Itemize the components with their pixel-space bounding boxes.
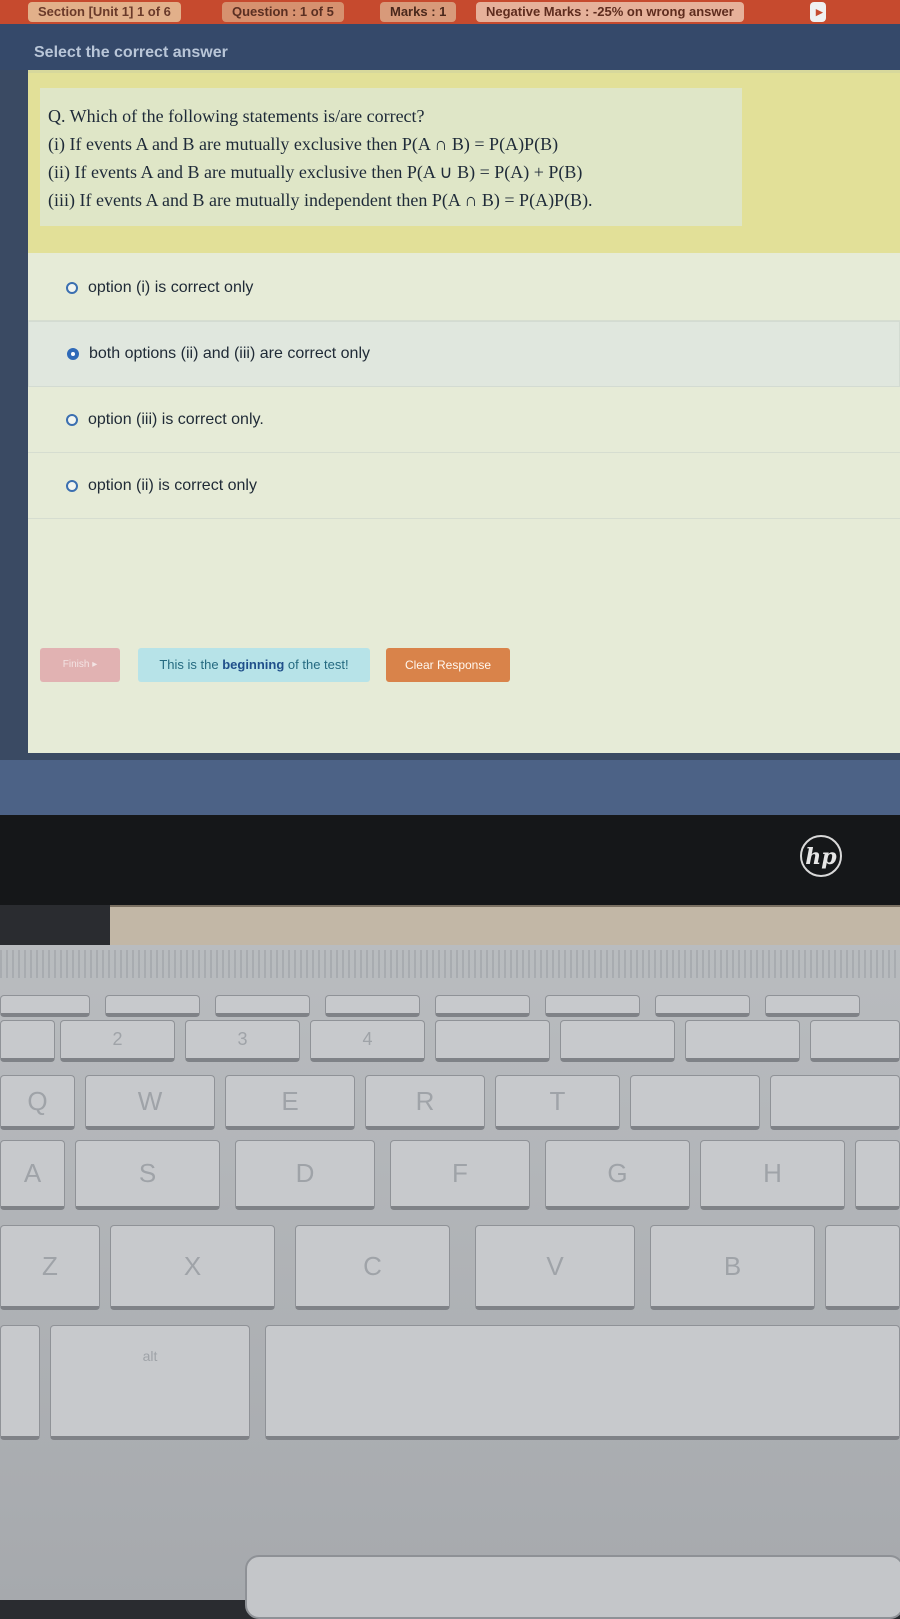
keyboard-key	[810, 1020, 900, 1062]
keyboard-key	[215, 995, 310, 1017]
radio-button-selected[interactable]	[67, 348, 79, 360]
negative-marks-badge: Negative Marks : -25% on wrong answer	[476, 2, 744, 22]
trackpad	[245, 1555, 900, 1619]
info-suffix: of the test!	[284, 657, 349, 672]
keyboard-key	[325, 995, 420, 1017]
finish-button[interactable]: Finish ▸	[40, 648, 120, 682]
keyboard-key	[435, 995, 530, 1017]
keyboard-key	[685, 1020, 800, 1062]
hp-logo: hp	[800, 835, 842, 877]
answer-option-2[interactable]: both options (ii) and (iii) are correct …	[28, 321, 900, 387]
radio-button[interactable]	[66, 281, 78, 294]
statement-i: (i) If events A and B are mutually exclu…	[48, 134, 559, 154]
keyboard-key	[770, 1075, 900, 1130]
key-d: D	[235, 1140, 375, 1210]
statement-iii: (iii) If events A and B are mutually ind…	[48, 190, 593, 210]
question-box: Q. Which of the following statements is/…	[40, 88, 742, 226]
speaker-grille	[0, 950, 900, 978]
answer-option-4[interactable]: option (ii) is correct only	[28, 453, 900, 519]
key-s: S	[75, 1140, 220, 1210]
key-z: Z	[0, 1225, 100, 1310]
laptop-bezel	[0, 815, 900, 905]
key-3: 3	[185, 1020, 300, 1062]
radio-button[interactable]	[66, 413, 78, 426]
key-w: W	[85, 1075, 215, 1130]
info-message: This is the beginning of the test!	[138, 648, 370, 682]
question-panel: Q. Which of the following statements is/…	[28, 70, 900, 753]
clear-response-button[interactable]: Clear Response	[386, 648, 510, 682]
section-indicator[interactable]: Section [Unit 1] 1 of 6	[28, 2, 181, 22]
info-prefix: This is the	[159, 657, 223, 672]
keyboard-key	[765, 995, 860, 1017]
key-r: R	[365, 1075, 485, 1130]
laptop-screen: Section [Unit 1] 1 of 6 Question : 1 of …	[0, 0, 900, 815]
expand-icon[interactable]: ▸	[810, 2, 826, 22]
key-alt: alt	[50, 1325, 250, 1440]
key-q: Q	[0, 1075, 75, 1130]
keyboard-key	[435, 1020, 550, 1062]
spacebar-key	[265, 1325, 900, 1440]
instruction-text: Select the correct answer	[34, 44, 228, 61]
key-t: T	[495, 1075, 620, 1130]
keyboard-key	[0, 1020, 55, 1062]
key-2: 2	[60, 1020, 175, 1062]
finish-label: Finish	[62, 659, 90, 670]
key-c: C	[295, 1225, 450, 1310]
action-bar: Finish ▸ This is the beginning of the te…	[28, 648, 900, 688]
keyboard-key	[560, 1020, 675, 1062]
key-x: X	[110, 1225, 275, 1310]
keyboard-key	[0, 1325, 40, 1440]
keyboard-key	[855, 1140, 900, 1210]
question-indicator[interactable]: Question : 1 of 5	[222, 2, 344, 22]
option-label: option (ii) is correct only	[88, 476, 257, 494]
answer-option-3[interactable]: option (iii) is correct only.	[28, 387, 900, 453]
screen-bottom-area	[0, 760, 900, 815]
arrow-icon: ▸	[92, 659, 98, 670]
marks-badge: Marks : 1	[380, 2, 457, 22]
keyboard-key	[630, 1075, 760, 1130]
answer-option-1[interactable]: option (i) is correct only	[28, 255, 900, 321]
key-g: G	[545, 1140, 690, 1210]
keyboard-key	[545, 995, 640, 1017]
option-label: option (iii) is correct only.	[88, 410, 264, 428]
key-a: A	[0, 1140, 65, 1210]
key-f: F	[390, 1140, 530, 1210]
key-v: V	[475, 1225, 635, 1310]
key-4: 4	[310, 1020, 425, 1062]
answer-options: option (i) is correct only both options …	[28, 255, 900, 519]
keyboard-key	[0, 995, 90, 1017]
question-stem: Q. Which of the following statements is/…	[48, 106, 425, 126]
key-b: B	[650, 1225, 815, 1310]
statement-ii: (ii) If events A and B are mutually excl…	[48, 162, 583, 182]
option-label: option (i) is correct only	[88, 278, 254, 296]
keyboard-key	[825, 1225, 900, 1310]
radio-button[interactable]	[66, 479, 78, 492]
keyboard-key	[655, 995, 750, 1017]
keyboard-key	[105, 995, 200, 1017]
question-area: Q. Which of the following statements is/…	[28, 73, 900, 253]
laptop-hinge	[110, 905, 900, 947]
key-e: E	[225, 1075, 355, 1130]
key-h: H	[700, 1140, 845, 1210]
option-label: both options (ii) and (iii) are correct …	[89, 345, 371, 362]
test-header-bar: Section [Unit 1] 1 of 6 Question : 1 of …	[0, 0, 900, 24]
info-bold: beginning	[222, 657, 285, 672]
